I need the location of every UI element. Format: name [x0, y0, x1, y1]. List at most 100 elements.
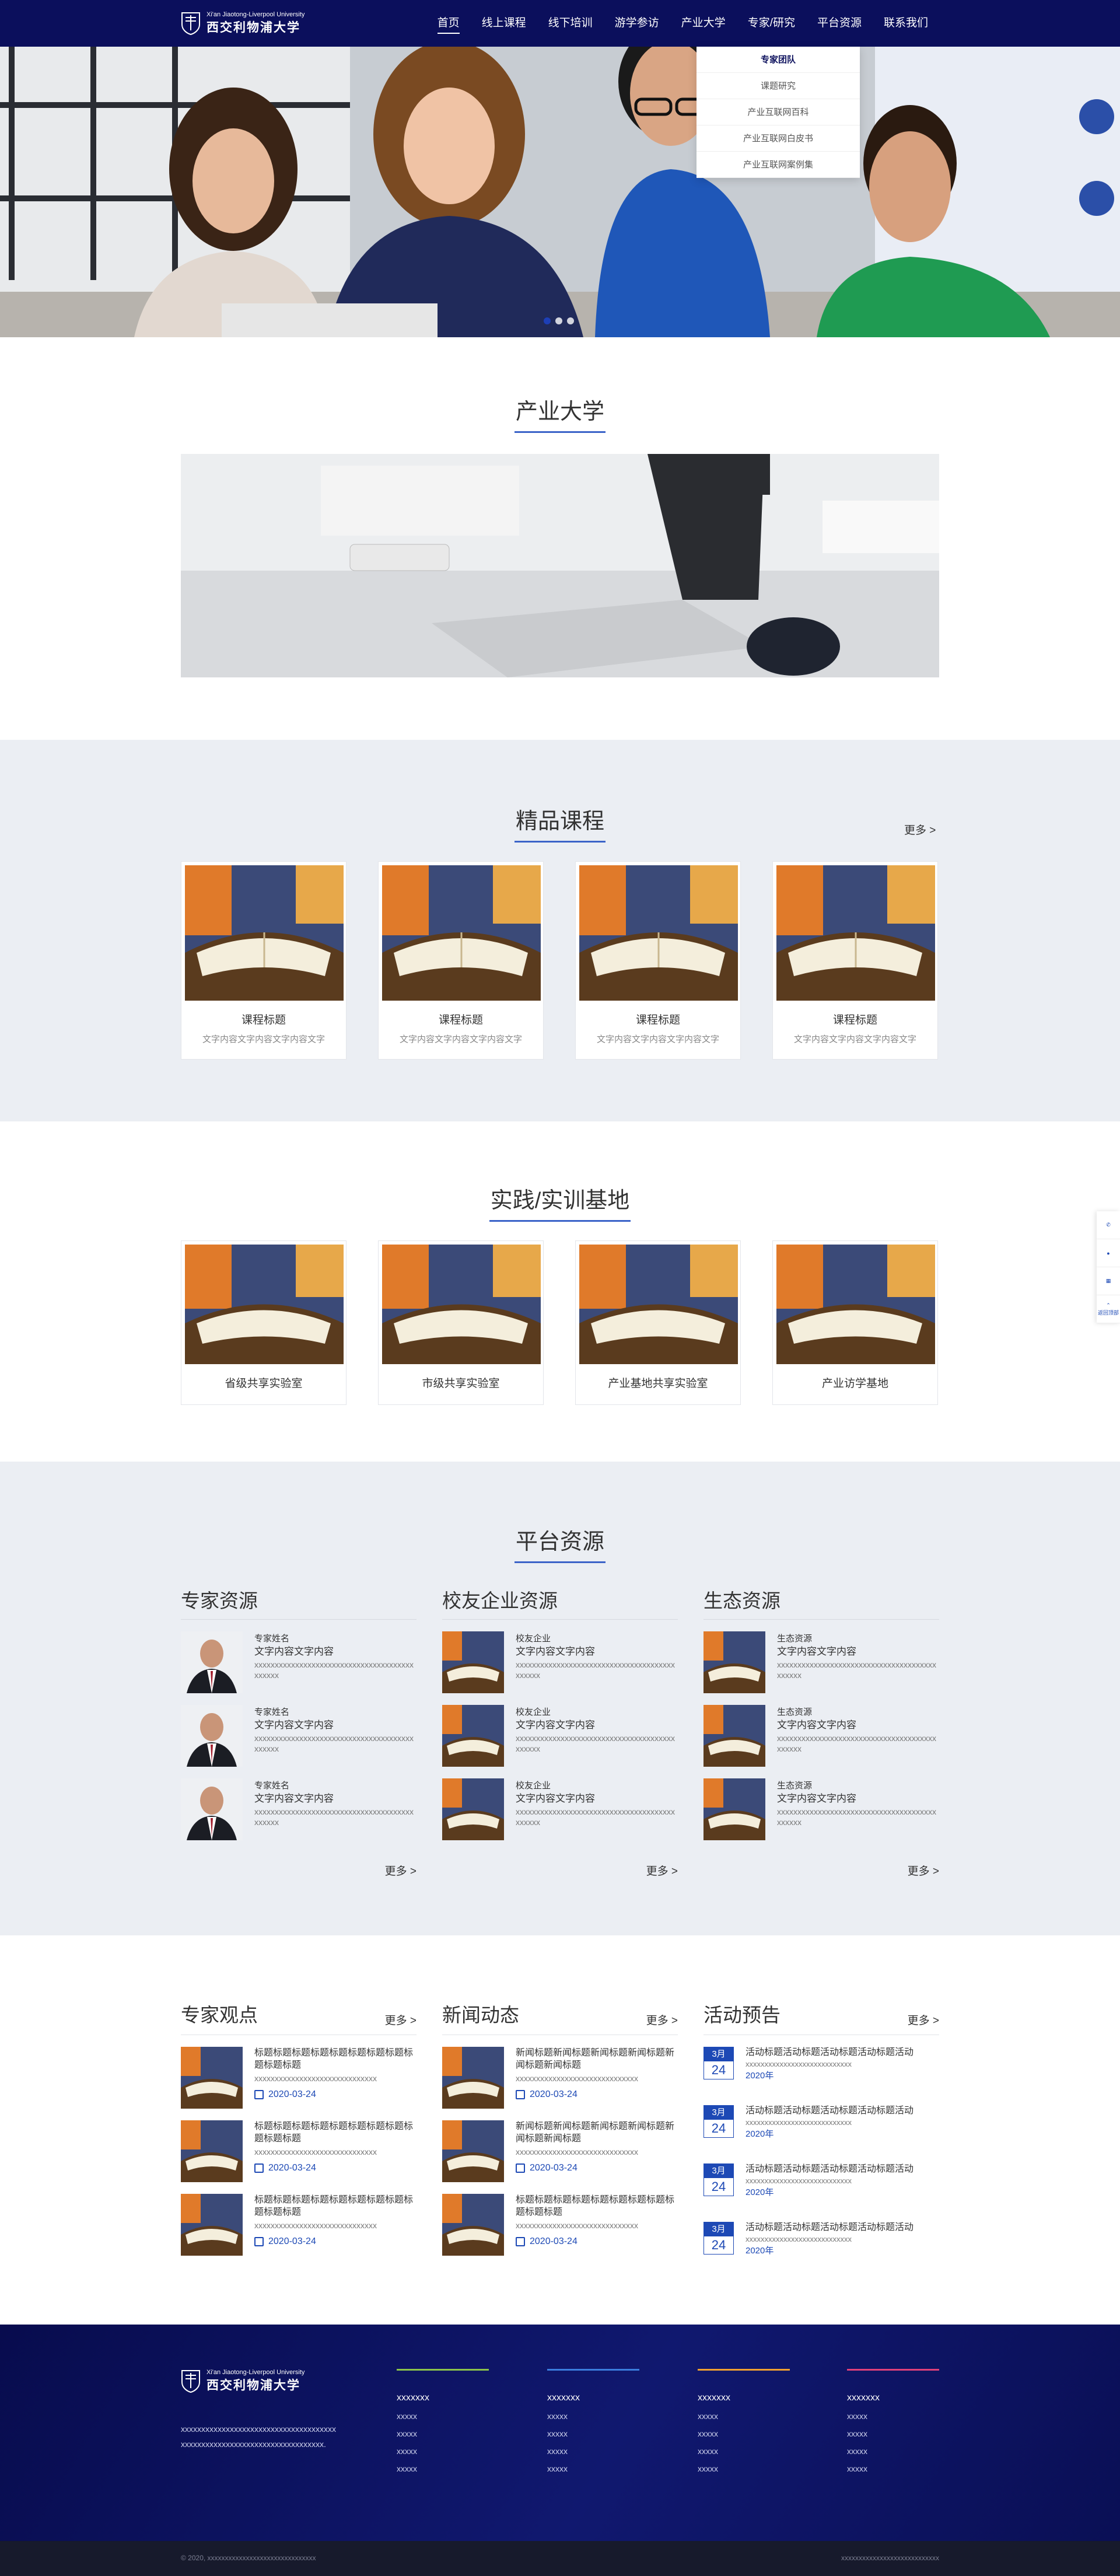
news-item[interactable]: 新闻标题新闻标题新闻标题新闻标题新闻标题新闻标题 xxxxxxxxxxxxxxxx…: [442, 2120, 678, 2182]
dropdown-item-research[interactable]: 课题研究: [696, 73, 860, 99]
news-date: 2020-03-24: [268, 2089, 316, 2099]
course-card[interactable]: 课程标题 文字内容文字内容文字内容文字: [772, 861, 938, 1060]
base-card[interactable]: 市级共享实验室: [378, 1240, 544, 1405]
nav-industry-university[interactable]: 产业大学: [670, 0, 737, 47]
industry-university-section: 产业大学: [0, 337, 1120, 740]
event-item[interactable]: 3月 24 活动标题活动标题活动标题活动标题活动 xxxxxxxxxxxxxxxxx…: [704, 2105, 939, 2152]
resource-detail: xxxxxxxxxxxxxxxxxxxxxxxxxxxxxxxxxxxxxxxx…: [254, 1807, 414, 1827]
news-item[interactable]: 标题标题标题标题标题标题标题标题标题标题标题 xxxxxxxxxxxxxxxxxx…: [181, 2194, 416, 2256]
event-item[interactable]: 3月 24 活动标题活动标题活动标题活动标题活动 xxxxxxxxxxxxxxxxx…: [704, 2047, 939, 2093]
footer-link[interactable]: xxxxx: [547, 2446, 639, 2456]
resource-item[interactable]: 生态资源 文字内容文字内容 xxxxxxxxxxxxxxxxxxxxxxxxxxxx…: [704, 1705, 939, 1767]
news-item[interactable]: 新闻标题新闻标题新闻标题新闻标题新闻标题新闻标题 xxxxxxxxxxxxxxxx…: [442, 2047, 678, 2109]
carousel-dot-2[interactable]: [555, 317, 562, 324]
calendar-icon: [516, 2163, 525, 2173]
footer-link[interactable]: xxxxx: [397, 2429, 489, 2438]
column-more-link[interactable]: 更多 >: [181, 1862, 416, 1878]
footer-link[interactable]: xxxxx: [847, 2464, 939, 2473]
footer-link[interactable]: xxxxx: [847, 2446, 939, 2456]
customer-service-button[interactable]: ●: [1097, 1239, 1120, 1267]
resource-name: 专家姓名: [254, 1707, 290, 1717]
dropdown-item-encyclopedia[interactable]: 产业互联网百科: [696, 99, 860, 125]
nav-study-tours[interactable]: 游学参访: [604, 0, 670, 47]
resource-item[interactable]: 校友企业 文字内容文字内容 xxxxxxxxxxxxxxxxxxxxxxxxxxxx…: [442, 1705, 678, 1767]
event-year: 2020年: [746, 2071, 774, 2081]
dropdown-item-cases[interactable]: 产业互联网案例集: [696, 152, 860, 178]
resource-name: 生态资源: [777, 1707, 813, 1717]
resource-thumbnail: [704, 1705, 765, 1767]
footer-link[interactable]: xxxxx: [698, 2429, 790, 2438]
news-date: 2020-03-24: [268, 2236, 316, 2246]
footer-link[interactable]: xxxxx: [698, 2464, 790, 2473]
column-more-link[interactable]: 更多 >: [704, 1862, 939, 1878]
resource-item[interactable]: 校友企业 文字内容文字内容 xxxxxxxxxxxxxxxxxxxxxxxxxxxx…: [442, 1631, 678, 1693]
hero-carousel[interactable]: [0, 47, 1120, 337]
copyright-right-text: xxxxxxxxxxxxxxxxxxxxxxxxxxxx: [841, 2554, 939, 2562]
news-item[interactable]: 标题标题标题标题标题标题标题标题标题标题标题 xxxxxxxxxxxxxxxxxx…: [181, 2047, 416, 2109]
resource-item[interactable]: 专家姓名 文字内容文字内容 xxxxxxxxxxxxxxxxxxxxxxxxxxxx…: [181, 1705, 416, 1767]
resource-item[interactable]: 专家姓名 文字内容文字内容 xxxxxxxxxxxxxxxxxxxxxxxxxxxx…: [181, 1778, 416, 1840]
event-item[interactable]: 3月 24 活动标题活动标题活动标题活动标题活动 xxxxxxxxxxxxxxxxx…: [704, 2222, 939, 2269]
carousel-dot-1[interactable]: [544, 317, 551, 324]
dropdown-item-expert-team[interactable]: 专家团队: [696, 47, 860, 73]
footer-link[interactable]: xxxxx: [698, 2411, 790, 2421]
nav-offline-training[interactable]: 线下培训: [537, 0, 604, 47]
resource-item[interactable]: 生态资源 文字内容文字内容 xxxxxxxxxxxxxxxxxxxxxxxxxxxx…: [704, 1778, 939, 1840]
phone-icon: ✆: [1106, 1222, 1111, 1228]
course-card[interactable]: 课程标题 文字内容文字内容文字内容文字: [378, 861, 544, 1060]
qr-code-button[interactable]: ▦: [1097, 1267, 1120, 1295]
courses-more-link[interactable]: 更多 >: [904, 822, 1120, 837]
footer-link[interactable]: xxxxx: [547, 2464, 639, 2473]
main-nav: 首页 线上课程 线下培训 游学参访 产业大学 专家/研究 平台资源 联系我们: [426, 0, 939, 47]
course-card[interactable]: 课程标题 文字内容文字内容文字内容文字: [575, 861, 741, 1060]
industry-university-banner[interactable]: [181, 454, 939, 677]
base-cards: 省级共享实验室 市级共享实验室 产业基地共享实验室 产业访学基地: [181, 1240, 939, 1405]
shield-logo-icon: [181, 12, 200, 35]
base-card[interactable]: 产业访学基地: [772, 1240, 938, 1405]
nav-contact[interactable]: 联系我们: [873, 0, 939, 47]
footer-link[interactable]: xxxxx: [397, 2464, 489, 2473]
event-item[interactable]: 3月 24 活动标题活动标题活动标题活动标题活动 xxxxxxxxxxxxxxxxx…: [704, 2163, 939, 2210]
dropdown-item-whitepaper[interactable]: 产业互联网白皮书: [696, 125, 860, 152]
site-logo[interactable]: Xi'an Jiaotong-Liverpool University 西交利物…: [181, 8, 315, 39]
footer-link[interactable]: xxxxx: [547, 2429, 639, 2438]
expert-resources-column: 专家资源 专家姓名 文字内容文字内容 xxxxxxxxxxxxxxxxxxxxxxx…: [181, 1585, 416, 1878]
nav-home[interactable]: 首页: [426, 0, 471, 47]
column-heading: 新闻动态: [442, 2004, 519, 2026]
column-heading: 校友企业资源: [442, 1585, 678, 1620]
footer-link[interactable]: xxxxx: [847, 2429, 939, 2438]
nav-platform-resources[interactable]: 平台资源: [806, 0, 873, 47]
course-card[interactable]: 课程标题 文字内容文字内容文字内容文字: [181, 861, 346, 1060]
back-to-top-button[interactable]: ⌃ 返回顶部: [1097, 1295, 1120, 1323]
carousel-dot-3[interactable]: [567, 317, 574, 324]
footer-link[interactable]: xxxxx: [847, 2411, 939, 2421]
column-more-link[interactable]: 更多 >: [385, 2012, 416, 2028]
news-date: 2020-03-24: [530, 2163, 578, 2173]
phone-button[interactable]: ✆: [1097, 1211, 1120, 1239]
footer-link[interactable]: xxxxx: [698, 2446, 790, 2456]
event-year: 2020年: [746, 2187, 774, 2197]
news-item[interactable]: 标题标题标题标题标题标题标题标题标题标题标题 xxxxxxxxxxxxxxxxxx…: [181, 2120, 416, 2182]
resource-item[interactable]: 专家姓名 文字内容文字内容 xxxxxxxxxxxxxxxxxxxxxxxxxxxx…: [181, 1631, 416, 1693]
calendar-icon: [254, 2089, 264, 2099]
footer-logo[interactable]: Xi'an Jiaotong-Liverpool University 西交利物…: [181, 2369, 304, 2393]
resource-item[interactable]: 生态资源 文字内容文字内容 xxxxxxxxxxxxxxxxxxxxxxxxxxxx…: [704, 1631, 939, 1693]
footer-link[interactable]: xxxxx: [547, 2411, 639, 2421]
footer-link[interactable]: xxxxx: [397, 2446, 489, 2456]
course-desc: 文字内容文字内容文字内容文字: [793, 1034, 916, 1044]
resource-item[interactable]: 校友企业 文字内容文字内容 xxxxxxxxxxxxxxxxxxxxxxxxxxxx…: [442, 1778, 678, 1840]
event-excerpt: xxxxxxxxxxxxxxxxxxxxxxxxxxxx: [746, 2235, 852, 2243]
column-more-link[interactable]: 更多 >: [646, 2012, 678, 2028]
footer-accent-line: [547, 2369, 639, 2371]
news-date: 2020-03-24: [268, 2163, 316, 2173]
course-desc: 文字内容文字内容文字内容文字: [202, 1034, 325, 1044]
nav-experts-research[interactable]: 专家/研究: [737, 0, 806, 47]
footer-link[interactable]: xxxxx: [397, 2411, 489, 2421]
base-card[interactable]: 省级共享实验室: [181, 1240, 346, 1405]
news-item[interactable]: 标题标题标题标题标题标题标题标题标题标题标题 xxxxxxxxxxxxxxxxxx…: [442, 2194, 678, 2256]
nav-online-courses[interactable]: 线上课程: [471, 0, 537, 47]
resource-summary: 文字内容文字内容: [254, 1719, 334, 1731]
base-card[interactable]: 产业基地共享实验室: [575, 1240, 741, 1405]
column-more-link[interactable]: 更多 >: [908, 2012, 939, 2028]
column-more-link[interactable]: 更多 >: [442, 1862, 678, 1878]
